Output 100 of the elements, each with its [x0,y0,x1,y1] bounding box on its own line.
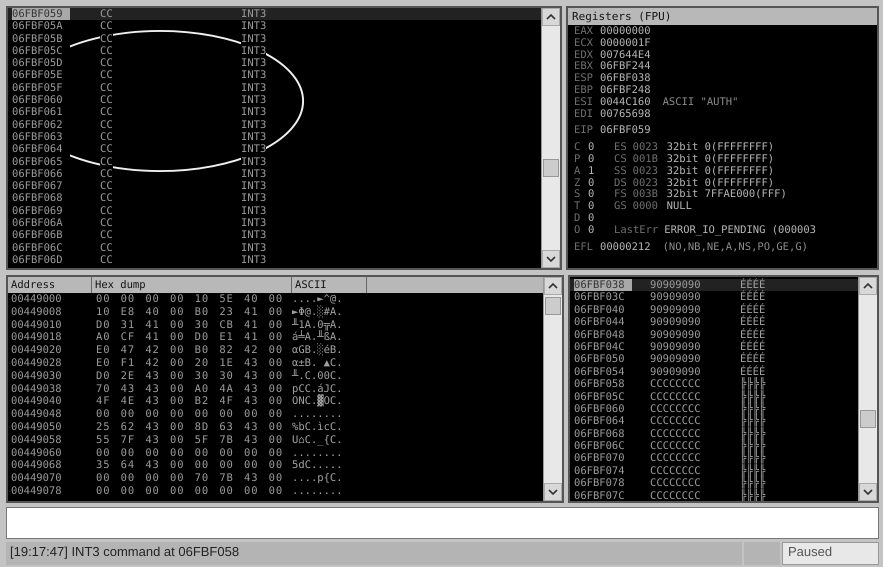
register-value[interactable]: 00000212 [600,242,651,254]
disassembly-row[interactable]: 06FBF06C CC INT3 [8,242,541,254]
command-text: INT3 [241,8,266,20]
disassembly-row[interactable]: 06FBF05C CC INT3 [8,44,541,58]
register-value[interactable]: 06FBF248 [600,84,651,97]
register-value[interactable]: 0044C160 [600,96,651,109]
ascii-text: ╠╠╠╠ [740,428,766,440]
stack-row[interactable]: 06FBF05C CCCCCCCC ╠╠╠╠ [570,390,858,403]
ascii-text: ╠╠╠╠ [740,490,766,501]
address-text: 06FBF05C [12,44,70,58]
scroll-thumb[interactable] [545,297,561,315]
disassembly-row[interactable]: 06FBF064 CC INT3 [8,143,541,156]
register-value[interactable]: 00000000 [600,26,651,38]
hex-bytes-text: 70 43 43 00 A0 4A 43 00 [96,382,284,396]
register-value[interactable]: 06FBF059 [600,125,651,138]
column-header[interactable]: Hex dump [92,277,292,293]
flag-name: Z [574,178,582,189]
ascii-text: ÉÉÉÉ [740,279,766,291]
disassembly-row[interactable]: 06FBF05A CC INT3 [8,20,541,33]
register-value[interactable]: 00765698 [600,108,651,120]
flag-value[interactable]: 0 [588,189,614,202]
flag-value[interactable]: 0 [588,201,614,213]
disassembly-row[interactable]: 06FBF06B CC INT3 [8,229,541,242]
scrollbar[interactable] [541,8,560,268]
stack-row[interactable]: 06FBF040 90909090 ÉÉÉÉ [570,304,858,316]
address-text: 06FBF074 [574,464,626,478]
stack-row[interactable]: 06FBF050 90909090 ÉÉÉÉ [570,353,858,366]
flag-value[interactable]: 0 [588,212,614,225]
ascii-text: ÉÉÉÉ [740,340,766,353]
stack-row[interactable]: 06FBF078 CCCCCCCC ╠╠╠╠ [570,477,858,490]
command-line-field[interactable] [6,507,879,539]
ascii-text: ........ [292,408,343,421]
ascii-text: ╠╠╠╠ [740,415,766,428]
stack-row[interactable]: 06FBF048 90909090 ÉÉÉÉ [570,328,858,341]
hex-bytes-text: 00 00 00 00 00 00 00 00 [96,484,284,498]
pane-header[interactable]: Registers (FPU) [568,8,877,25]
address-text: 06FBF044 [574,316,626,329]
disassembly-row[interactable]: 06FBF05D CC INT3 [8,57,541,70]
scroll-up-button[interactable] [859,277,877,295]
scroll-down-button[interactable] [542,250,560,268]
flag-value[interactable]: 0 [588,142,614,154]
command-text: INT3 [241,204,266,218]
hex-bytes-text: 4F 4E 43 00 B2 4F 43 00 [96,395,284,408]
disassembly-row[interactable]: 06FBF066 CC INT3 [8,168,541,180]
disassembly-row[interactable]: 06FBF05E CC INT3 [8,69,541,82]
scrollbar[interactable] [543,277,562,501]
flag-value[interactable]: 0 [588,154,614,166]
down-caret-icon [546,256,556,262]
disassembly-row[interactable]: 06FBF061 CC INT3 [8,106,541,119]
stack-row[interactable]: 06FBF07C CCCCCCCC ╠╠╠╠ [570,490,858,501]
register-value[interactable]: 06FBF038 [600,73,651,85]
disassembly-row[interactable]: 06FBF069 CC INT3 [8,204,541,218]
stack-row[interactable]: 06FBF06C CCCCCCCC ╠╠╠╠ [570,440,858,452]
disassembly-row[interactable]: 06FBF05B CC INT3 [8,32,541,45]
disassembly-row[interactable]: 06FBF062 CC INT3 [8,118,541,131]
stack-row[interactable]: 06FBF070 CCCCCCCC ╠╠╠╠ [570,452,858,465]
scroll-down-button[interactable] [544,483,562,501]
column-header[interactable]: ASCII [292,277,367,293]
address-text: 00449078 [10,484,63,498]
scrollbar[interactable] [858,277,877,501]
up-caret-icon [548,283,558,289]
disassembly-row[interactable]: 06FBF067 CC INT3 [8,180,541,192]
address-text: 06FBF059 [12,8,70,20]
flag-value[interactable]: 0 [588,178,614,190]
ascii-text: ÉÉÉÉ [740,366,766,378]
stack-row[interactable]: 06FBF038 90909090 ÉÉÉÉ [570,279,858,292]
disassembly-row[interactable]: 06FBF068 CC INT3 [8,192,541,205]
disassembly-row[interactable]: 06FBF063 CC INT3 [8,130,541,144]
disassembly-row[interactable]: 06FBF065 CC INT3 [8,156,541,168]
segment-label: ES [614,142,627,154]
stack-row[interactable]: 06FBF060 CCCCCCCC ╠╠╠╠ [570,402,858,416]
stack-row[interactable]: 06FBF04C 90909090 ÉÉÉÉ [570,340,858,354]
scroll-thumb[interactable] [543,159,559,177]
segment-label: CS [614,154,627,166]
flag-value[interactable]: 0 [588,224,614,237]
register-value[interactable]: 0000001F [600,38,651,50]
ascii-text: ►Φ@.░#A. [292,306,343,318]
stack-value: 90909090 [649,279,702,292]
stack-row[interactable]: 06FBF074 CCCCCCCC ╠╠╠╠ [570,464,858,478]
stack-row[interactable]: 06FBF068 CCCCCCCC ╠╠╠╠ [570,428,858,440]
disassembly-row[interactable]: 06FBF05F CC INT3 [8,82,541,94]
stack-row[interactable]: 06FBF058 CCCCCCCC ╠╠╠╠ [570,378,858,391]
disassembly-row[interactable]: 06FBF06A CC INT3 [8,217,541,230]
scroll-thumb[interactable] [860,410,876,428]
stack-row[interactable]: 06FBF044 90909090 ÉÉÉÉ [570,316,858,329]
disassembly-row[interactable]: 06FBF06D CC INT3 [8,254,541,266]
flag-value[interactable]: 1 [588,166,614,178]
hex-text: CC [100,94,113,106]
stack-row[interactable]: 06FBF03C 90909090 ÉÉÉÉ [570,291,858,304]
register-value[interactable]: 06FBF244 [600,61,651,74]
stack-row[interactable]: 06FBF064 CCCCCCCC ╠╠╠╠ [570,415,858,428]
scroll-up-button[interactable] [544,277,562,295]
hex-bytes-text: 25 62 43 00 8D 63 43 00 [96,420,284,434]
stack-row[interactable]: 06FBF054 90909090 ÉÉÉÉ [570,366,858,378]
register-value[interactable]: 007644E4 [600,50,651,62]
scroll-up-button[interactable] [542,8,560,26]
column-header[interactable]: Address [8,277,92,293]
disassembly-row[interactable]: 06FBF059 CC INT3 [8,8,541,20]
disassembly-row[interactable]: 06FBF060 CC INT3 [8,94,541,106]
scroll-down-button[interactable] [859,483,877,501]
